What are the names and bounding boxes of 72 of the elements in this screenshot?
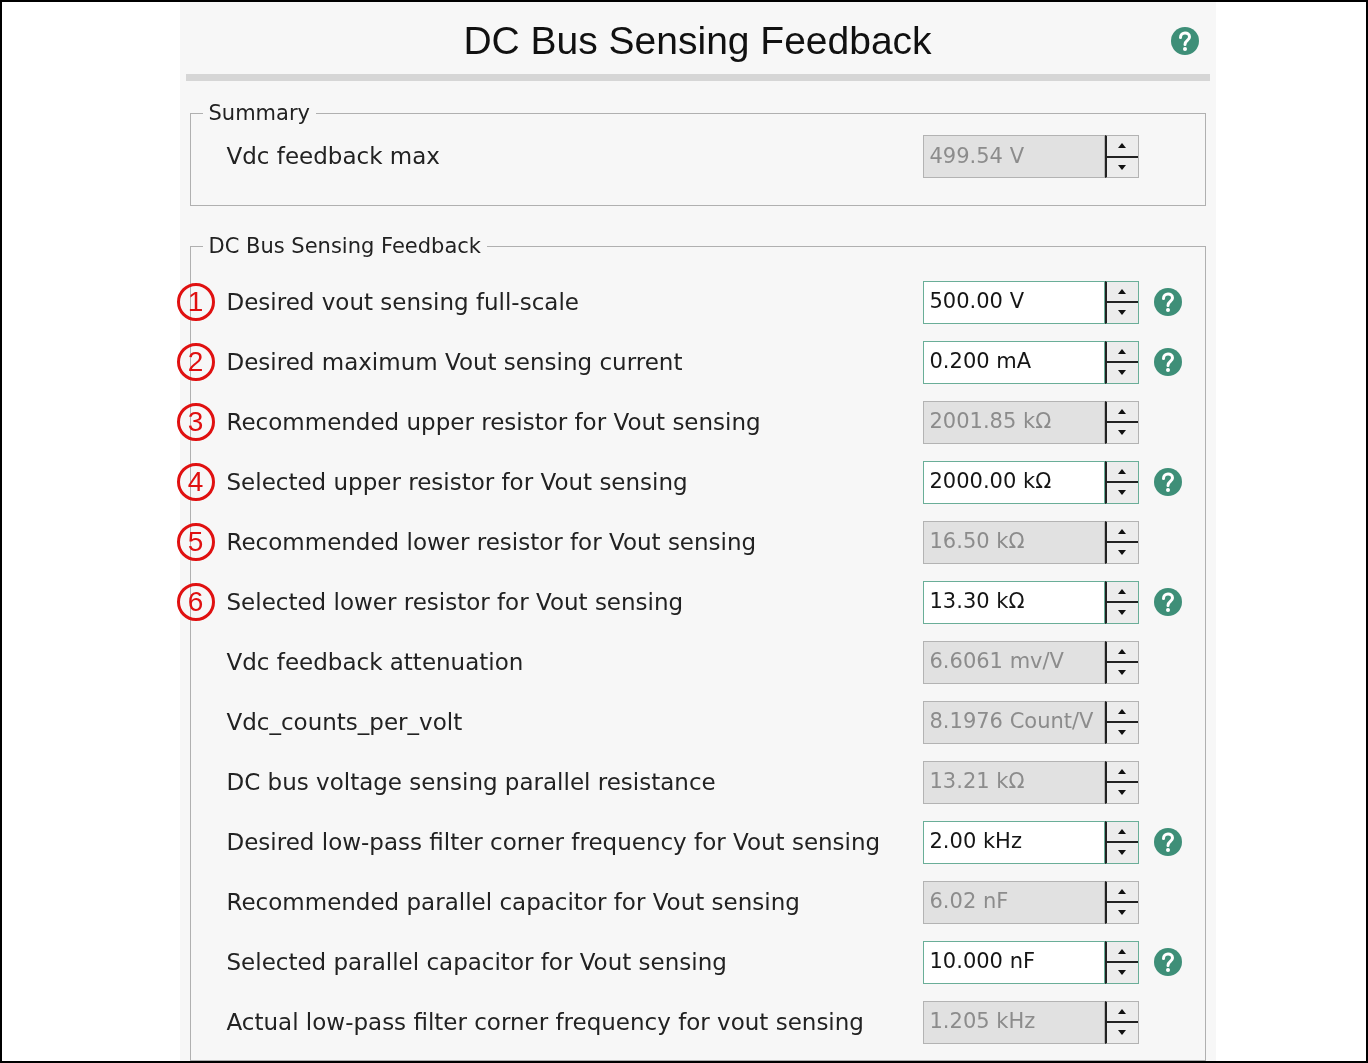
up-arrow-icon <box>1118 143 1126 149</box>
up-arrow-icon <box>1118 528 1126 534</box>
help-icon[interactable] <box>1152 287 1183 317</box>
step-number: 5 <box>176 523 215 561</box>
group-title: Summary <box>207 100 311 127</box>
down-arrow-icon <box>1118 910 1126 916</box>
up-arrow-icon <box>1118 468 1126 474</box>
up-arrow-icon <box>1118 288 1126 294</box>
number-field[interactable]: 2000.00 kΩ <box>922 460 1105 504</box>
field-label: Recommended parallel capacitor for Vout sensing <box>226 887 801 917</box>
field-label: Recommended lower resistor for Vout sensing <box>226 527 758 557</box>
down-arrow-icon <box>1118 1030 1126 1036</box>
group-title: DC Bus Sensing Feedback <box>207 232 482 260</box>
up-arrow-icon <box>1118 948 1126 954</box>
help-icon[interactable] <box>1152 347 1183 377</box>
help-icon[interactable] <box>1152 827 1183 857</box>
field-label: Vdc feedback max <box>226 142 441 172</box>
field-label: Desired vout sensing full-scale <box>226 287 580 317</box>
down-arrow-icon <box>1118 670 1126 676</box>
help-icon[interactable] <box>1152 947 1183 977</box>
help-icon[interactable] <box>1169 26 1200 56</box>
down-arrow-icon <box>1118 490 1126 496</box>
number-field[interactable]: 0.200 mA <box>922 340 1105 384</box>
number-field: 13.21 kΩ <box>922 760 1105 804</box>
step-number: 6 <box>176 583 215 621</box>
down-arrow-icon <box>1118 430 1126 436</box>
down-arrow-icon <box>1118 370 1126 376</box>
field-label: Recommended upper resistor for Vout sensing <box>226 407 762 437</box>
field-label: Selected upper resistor for Vout sensing <box>226 467 689 497</box>
down-arrow-icon <box>1118 850 1126 856</box>
step-number: 1 <box>176 283 215 321</box>
number-field[interactable]: 2.00 kHz <box>922 820 1105 864</box>
down-arrow-icon <box>1118 550 1126 556</box>
down-arrow-icon <box>1118 310 1126 316</box>
number-field: 499.54 V <box>922 135 1105 178</box>
down-arrow-icon <box>1118 790 1126 796</box>
down-arrow-icon <box>1118 164 1126 170</box>
up-arrow-icon <box>1118 648 1126 654</box>
step-number: 2 <box>176 343 215 381</box>
number-field: 6.6061 mv/V <box>922 640 1105 684</box>
up-arrow-icon <box>1118 888 1126 894</box>
field-label: Selected parallel capacitor for Vout sensing <box>226 947 728 977</box>
help-icon[interactable] <box>1152 467 1183 497</box>
down-arrow-icon <box>1118 610 1126 616</box>
up-arrow-icon <box>1118 348 1126 354</box>
step-number: 4 <box>176 463 215 501</box>
field-label: Actual low-pass filter corner frequency for vout sensing <box>226 1007 865 1037</box>
down-arrow-icon <box>1118 730 1126 736</box>
field-label: Desired low-pass filter corner frequency for Vout sensing <box>226 827 882 857</box>
up-arrow-icon <box>1118 408 1126 414</box>
number-field: 1.205 kHz <box>922 1000 1105 1044</box>
number-field: 6.02 nF <box>922 880 1105 924</box>
number-field[interactable]: 13.30 kΩ <box>922 580 1105 624</box>
up-arrow-icon <box>1118 768 1126 774</box>
up-arrow-icon <box>1118 828 1126 834</box>
number-field[interactable]: 500.00 V <box>922 280 1105 324</box>
field-label: Vdc_counts_per_volt <box>226 707 464 737</box>
up-arrow-icon <box>1118 588 1126 594</box>
help-icon[interactable] <box>1152 587 1183 617</box>
step-number: 3 <box>176 403 215 441</box>
field-label: Selected lower resistor for Vout sensing <box>226 587 685 617</box>
field-label: Desired maximum Vout sensing current <box>226 347 684 377</box>
up-arrow-icon <box>1118 708 1126 714</box>
number-field: 8.1976 Count/V <box>922 700 1105 744</box>
number-field: 2001.85 kΩ <box>922 400 1105 444</box>
field-label: Vdc feedback attenuation <box>226 647 525 677</box>
panel-title: DC Bus Sensing Feedback <box>463 17 932 64</box>
field-label: DC bus voltage sensing parallel resistance <box>226 767 717 797</box>
number-field[interactable]: 10.000 nF <box>922 940 1105 984</box>
up-arrow-icon <box>1118 1008 1126 1014</box>
down-arrow-icon <box>1118 970 1126 976</box>
number-field: 16.50 kΩ <box>922 520 1105 564</box>
